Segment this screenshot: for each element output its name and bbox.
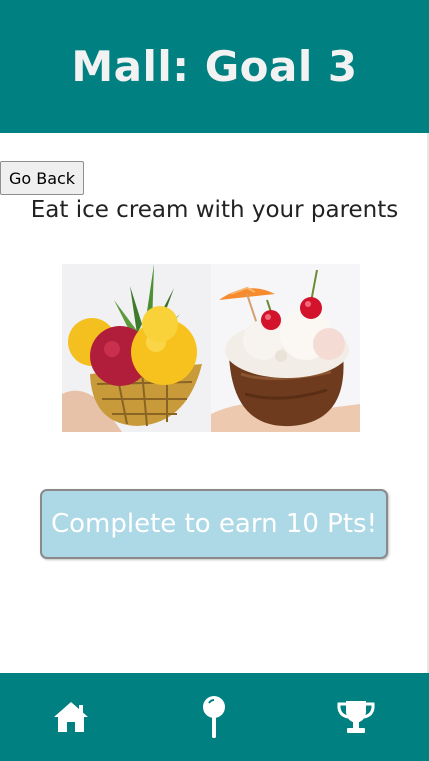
coconut-ice-cream-image bbox=[211, 264, 360, 432]
home-icon bbox=[54, 702, 88, 732]
go-back-button[interactable]: Go Back bbox=[0, 161, 84, 195]
ice-cream-image bbox=[62, 264, 360, 432]
goal-description: Eat ice cream with your parents bbox=[30, 197, 399, 223]
page-title: Mall: Goal 3 bbox=[71, 42, 358, 91]
nav-home[interactable] bbox=[41, 673, 101, 761]
bottom-nav bbox=[0, 673, 429, 761]
trophy-icon bbox=[337, 701, 375, 733]
app-header: Mall: Goal 3 bbox=[0, 0, 429, 133]
pineapple-ice-cream-image bbox=[62, 264, 211, 432]
nav-leaderboard[interactable] bbox=[326, 673, 386, 761]
map-pin-icon bbox=[203, 696, 225, 738]
nav-map[interactable] bbox=[184, 673, 244, 761]
complete-goal-button[interactable]: Complete to earn 10 Pts! bbox=[40, 489, 388, 559]
